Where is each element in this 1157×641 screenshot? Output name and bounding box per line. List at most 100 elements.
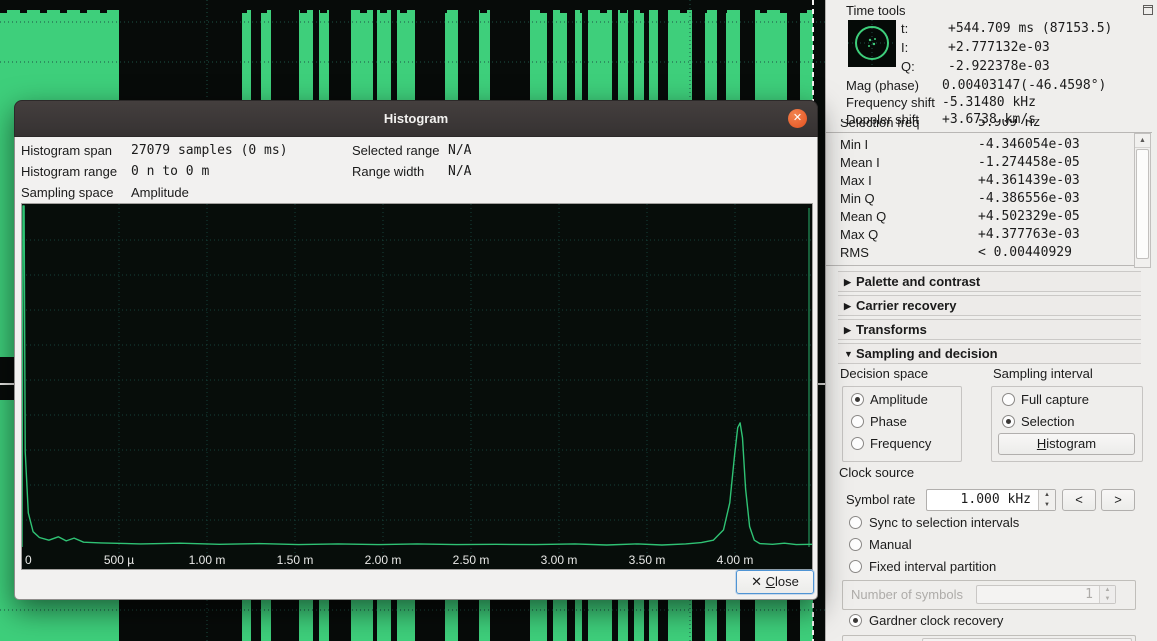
- max-q-label: Max Q: [840, 227, 878, 242]
- scrollbar-thumb[interactable]: [1136, 149, 1149, 259]
- table-row: RMS < 0.00440929: [826, 244, 1126, 262]
- radio-gardner-label: Gardner clock recovery: [869, 613, 1003, 628]
- symbol-rate-prev-button[interactable]: <: [1062, 489, 1096, 511]
- close-icon[interactable]: ✕: [788, 109, 807, 128]
- radio-selection-label: Selection: [1021, 414, 1074, 429]
- section-transforms[interactable]: ▶Transforms: [838, 319, 1141, 340]
- section-label: Sampling and decision: [856, 346, 998, 361]
- histogram-dialog: Histogram ✕ Histogram span 27079 samples…: [14, 100, 818, 600]
- range-width-label: Range width: [352, 164, 424, 179]
- histogram-range-label: Histogram range: [21, 164, 117, 179]
- radio-manual-label: Manual: [869, 537, 912, 552]
- clock-source-label: Clock source: [839, 465, 914, 480]
- t-value: +544.709 ms (87153.5): [948, 21, 1112, 36]
- min-q-value: -4.386556e-03: [978, 191, 1080, 206]
- stats-scrollbar[interactable]: ▲: [1134, 133, 1151, 268]
- radio-full-capture[interactable]: [1002, 393, 1015, 406]
- selection-freq-row: Selection freq 5.909 Hz: [826, 119, 1126, 132]
- dock-float-icon[interactable]: [1142, 4, 1154, 16]
- mag-phase-label: Mag (phase): [846, 78, 919, 93]
- radio-amplitude[interactable]: [851, 393, 864, 406]
- radio-fixed-interval-partition[interactable]: [849, 560, 862, 573]
- symbol-rate-value[interactable]: 1.000 kHz: [961, 492, 1031, 507]
- section-label: Palette and contrast: [856, 274, 980, 289]
- list-divider: [826, 132, 1152, 133]
- min-i-value: -4.346054e-03: [978, 137, 1080, 152]
- frequency-shift-value: -5.31480 kHz: [942, 95, 1036, 110]
- x-tick: 3.50 m: [629, 553, 666, 567]
- section-label: Transforms: [856, 322, 927, 337]
- x-tick: 0: [25, 553, 32, 567]
- dialog-title: Histogram: [15, 101, 817, 136]
- scrollbar-up-icon[interactable]: ▲: [1135, 134, 1150, 148]
- max-i-value: +4.361439e-03: [978, 173, 1080, 188]
- list-divider: [826, 265, 1134, 266]
- spin-up-icon[interactable]: ▲: [1039, 490, 1055, 500]
- table-row: Mean Q +4.502329e-05: [826, 208, 1126, 226]
- decision-space-label: Decision space: [840, 366, 928, 381]
- panel-title: Time tools: [846, 3, 905, 18]
- x-tick: 1.00 m: [189, 553, 226, 567]
- histogram-span-label: Histogram span: [21, 143, 112, 158]
- radio-selection[interactable]: [1002, 415, 1015, 428]
- sampling-space-value: Amplitude: [131, 185, 189, 200]
- mean-q-label: Mean Q: [840, 209, 886, 224]
- radio-full-capture-label: Full capture: [1021, 392, 1089, 407]
- number-of-symbols-frame: Number of symbols 1 ▲▼: [842, 580, 1136, 610]
- section-carrier-recovery[interactable]: ▶Carrier recovery: [838, 295, 1141, 316]
- range-width-value: N/A: [448, 164, 471, 179]
- radio-fixed-interval-label: Fixed interval partition: [869, 559, 996, 574]
- mean-i-label: Mean I: [840, 155, 880, 170]
- sampling-interval-group: Full capture Selection Histogram: [991, 386, 1143, 462]
- mean-q-value: +4.502329e-05: [978, 209, 1080, 224]
- symbol-rate-spinbox[interactable]: 1.000 kHz ▲▼: [926, 489, 1056, 511]
- x-tick: 3.00 m: [541, 553, 578, 567]
- histogram-range-value: 0 n to 0 m: [131, 164, 209, 179]
- histogram-button[interactable]: Histogram: [998, 433, 1135, 455]
- section-palette-and-contrast[interactable]: ▶Palette and contrast: [838, 271, 1141, 292]
- histogram-plot[interactable]: 0 500 µ 1.00 m 1.50 m 2.00 m 2.50 m 3.00…: [21, 203, 813, 570]
- section-sampling-and-decision[interactable]: ▼Sampling and decision: [838, 343, 1141, 364]
- min-i-label: Min I: [840, 137, 868, 152]
- radio-phase[interactable]: [851, 415, 864, 428]
- chevron-down-icon: ▼: [844, 345, 856, 364]
- app-window: Time tools t: +544.709 ms (87153.5) I: +…: [0, 0, 1157, 641]
- x-tick: 2.00 m: [365, 553, 402, 567]
- spinner[interactable]: ▲▼: [1038, 490, 1055, 510]
- spin-down-icon[interactable]: ▼: [1039, 500, 1055, 510]
- radio-gardner-clock-recovery[interactable]: [849, 614, 862, 627]
- table-row: Min Q-4.386556e-03: [826, 190, 1126, 208]
- radio-frequency[interactable]: [851, 437, 864, 450]
- table-row: Mean I -1.274458e-05: [826, 154, 1126, 172]
- rms-label: RMS: [840, 245, 869, 260]
- table-row: Max Q +4.377763e-03: [826, 226, 1126, 244]
- table-row: Min I -4.346054e-03: [826, 136, 1126, 154]
- radio-sync-to-selection-intervals[interactable]: [849, 516, 862, 529]
- sampling-space-label: Sampling space: [21, 185, 114, 200]
- q-value: -2.922378e-03: [948, 59, 1050, 74]
- decision-space-group: Amplitude Phase Frequency: [842, 386, 962, 462]
- close-button[interactable]: ✕ Close: [736, 570, 814, 594]
- iq-constellation-display: [848, 20, 896, 67]
- mean-i-value: -1.274458e-05: [978, 155, 1080, 170]
- time-tools-panel: Time tools t: +544.709 ms (87153.5) I: +…: [825, 0, 1157, 641]
- x-tick: 2.50 m: [453, 553, 490, 567]
- section-label: Carrier recovery: [856, 298, 956, 313]
- symbol-rate-next-button[interactable]: >: [1101, 489, 1135, 511]
- max-i-label: Max I: [840, 173, 872, 188]
- chevron-right-icon: ▶: [844, 273, 856, 292]
- radio-amplitude-label: Amplitude: [870, 392, 928, 407]
- rms-value: < 0.00440929: [978, 245, 1072, 260]
- partial-frame: [842, 635, 1136, 641]
- frequency-shift-label: Frequency shift: [846, 95, 935, 110]
- max-q-value: +4.377763e-03: [978, 227, 1080, 242]
- symbol-rate-label: Symbol rate: [846, 492, 915, 507]
- chevron-right-icon: ▶: [844, 321, 856, 340]
- x-tick: 1.50 m: [277, 553, 314, 567]
- x-tick: 4.00 m: [717, 553, 754, 567]
- radio-phase-label: Phase: [870, 414, 907, 429]
- radio-manual[interactable]: [849, 538, 862, 551]
- radio-frequency-label: Frequency: [870, 436, 931, 451]
- selected-range-value: N/A: [448, 143, 471, 158]
- dialog-titlebar[interactable]: Histogram ✕: [14, 100, 818, 137]
